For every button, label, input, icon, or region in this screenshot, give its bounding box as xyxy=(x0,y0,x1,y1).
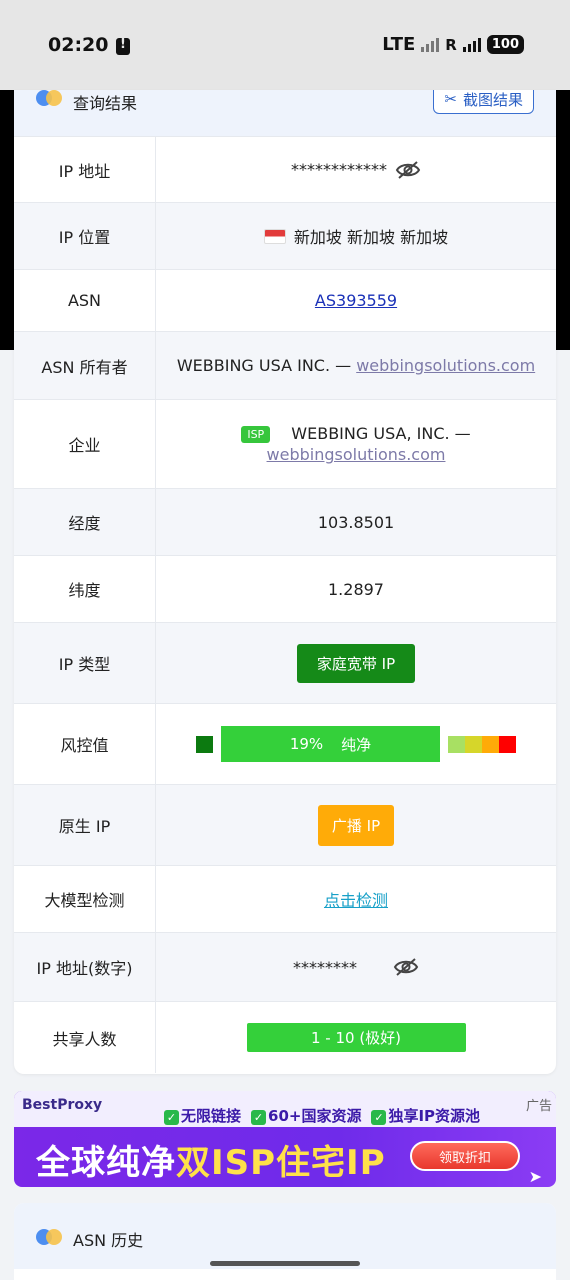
asn-link[interactable]: AS393559 xyxy=(315,291,397,310)
row-label: 纬度 xyxy=(14,556,156,622)
cursor-icon: ➤ xyxy=(528,1167,542,1186)
company-name: WEBBING USA, INC. — xyxy=(291,424,471,443)
card-header: ASN 历史 xyxy=(14,1203,556,1269)
risk-indicator: 19% 纯净 xyxy=(196,726,516,762)
row-value: 广播 IP xyxy=(156,785,556,865)
card-header: 查询结果 ✂ 截图结果 xyxy=(14,90,556,136)
asn-history-card: ASN 历史 xyxy=(14,1203,556,1280)
row-label: IP 地址(数字) xyxy=(14,933,156,1001)
status-time: 02:20 xyxy=(48,34,109,56)
risk-level-marker xyxy=(196,735,213,753)
row-label: ASN xyxy=(14,270,156,331)
row-company: 企业 ISP WEBBING USA, INC. — webbingsoluti… xyxy=(14,399,556,488)
ip-address-masked: ************ xyxy=(291,160,387,179)
section-logo-icon xyxy=(36,90,66,108)
eye-off-icon[interactable] xyxy=(395,160,421,180)
ad-features: ✓ 无限链接 ✓ 60+国家资源 ✓ 独享IP资源池 xyxy=(164,1105,480,1126)
query-result-card: 查询结果 ✂ 截图结果 IP 地址 ************ IP 位置 新加坡… xyxy=(14,90,556,1074)
row-shared-users: 共享人数 1 - 10 (极好) xyxy=(14,1001,556,1073)
row-ip-address: IP 地址 ************ xyxy=(14,136,556,202)
singapore-flag-icon xyxy=(263,228,286,244)
row-value: 点击检测 xyxy=(156,866,556,932)
card-title: 查询结果 xyxy=(73,94,138,113)
row-risk: 风控值 19% 纯净 xyxy=(14,703,556,784)
ad-headline: 全球纯净双ISP住宅IP xyxy=(36,1135,386,1184)
signal-sim1-icon xyxy=(421,37,440,52)
row-value: 19% 纯净 xyxy=(156,704,556,784)
risk-scale-legend xyxy=(448,735,516,753)
risk-score-bar: 19% 纯净 xyxy=(221,726,440,762)
row-label: 经度 xyxy=(14,489,156,555)
screenshot-button-label: 截图结果 xyxy=(462,90,523,109)
row-value: AS393559 xyxy=(156,270,556,331)
row-label: ASN 所有者 xyxy=(14,332,156,399)
row-ip-location: IP 位置 新加坡 新加坡 新加坡 xyxy=(14,202,556,269)
check-icon: ✓ xyxy=(164,1110,179,1125)
row-value: ************ xyxy=(156,137,556,202)
row-label: 风控值 xyxy=(14,704,156,784)
battery-icon: 100 xyxy=(486,35,524,54)
ad-feature: ✓ 独享IP资源池 xyxy=(371,1105,480,1126)
home-indicator[interactable] xyxy=(210,1261,360,1266)
row-latitude: 纬度 1.2897 xyxy=(14,555,556,622)
check-icon: ✓ xyxy=(251,1110,267,1125)
network-type: LTE xyxy=(382,34,416,55)
row-native-ip: 原生 IP 广播 IP xyxy=(14,784,556,865)
side-strip-right xyxy=(556,90,570,350)
ad-banner[interactable]: BestProxy ✓ 无限链接 ✓ 60+国家资源 ✓ 独享IP资源池 广告 全球纯… xyxy=(14,1091,556,1187)
row-value: 家庭宽带 IP xyxy=(156,623,556,703)
llm-detect-link[interactable]: 点击检测 xyxy=(324,887,388,911)
ip-type-badge: 家庭宽带 IP xyxy=(296,643,416,683)
asn-owner-domain-link[interactable]: webbingsolutions.com xyxy=(356,356,535,375)
longitude-value: 103.8501 xyxy=(317,512,395,532)
row-label: 共享人数 xyxy=(14,1002,156,1073)
side-strip-left xyxy=(0,90,14,350)
ad-label: 广告 xyxy=(525,1099,552,1114)
row-ip-type: IP 类型 家庭宽带 IP xyxy=(14,622,556,703)
risk-text: 纯净 xyxy=(341,735,372,754)
ip-location-value: 新加坡 新加坡 新加坡 xyxy=(293,228,449,247)
ad-feature: ✓ 无限链接 xyxy=(164,1105,241,1126)
row-asn-owner: ASN 所有者 WEBBING USA INC. — webbingsoluti… xyxy=(14,331,556,399)
section-logo-icon xyxy=(36,1229,66,1247)
roaming-indicator: R xyxy=(445,35,457,54)
row-longitude: 经度 103.8501 xyxy=(14,488,556,555)
shared-users-bar: 1 - 10 (极好) xyxy=(246,1023,466,1052)
row-value: ISP WEBBING USA, INC. — webbingsolutions… xyxy=(156,400,556,488)
check-icon: ✓ xyxy=(371,1110,387,1125)
row-ip-numeric: IP 地址(数字) ******** xyxy=(14,932,556,1001)
ad-feature: ✓ 60+国家资源 xyxy=(251,1105,361,1126)
row-asn: ASN AS393559 xyxy=(14,269,556,331)
native-ip-badge: 广播 IP xyxy=(317,804,395,846)
row-label: 企业 xyxy=(14,400,156,488)
status-indicators: LTE R 100 xyxy=(382,34,524,55)
row-value: 1 - 10 (极好) xyxy=(156,1002,556,1073)
notification-icon xyxy=(116,37,130,55)
signal-sim2-icon xyxy=(462,37,481,52)
card-title: ASN 历史 xyxy=(73,1231,144,1250)
row-label: 原生 IP xyxy=(14,785,156,865)
ad-headline-part1: 全球纯净 xyxy=(36,1143,176,1183)
row-label: IP 地址 xyxy=(14,137,156,202)
row-label: IP 类型 xyxy=(14,623,156,703)
isp-badge: ISP xyxy=(241,426,271,443)
ip-numeric-masked: ******** xyxy=(293,957,357,977)
risk-percent: 19% xyxy=(289,735,324,753)
status-bar: 02:20 LTE R 100 xyxy=(0,0,570,90)
eye-off-icon[interactable] xyxy=(393,957,419,977)
scissors-icon: ✂ xyxy=(444,90,457,108)
ad-headline-part2: 双ISP住宅IP xyxy=(176,1143,386,1183)
row-value: WEBBING USA INC. — webbingsolutions.com xyxy=(156,332,556,399)
row-llm-detect: 大模型检测 点击检测 xyxy=(14,865,556,932)
row-value: 新加坡 新加坡 新加坡 xyxy=(156,203,556,269)
ad-cta-button[interactable]: 领取折扣 xyxy=(410,1141,520,1171)
latitude-value: 1.2897 xyxy=(328,579,384,599)
ad-brand: BestProxy xyxy=(22,1097,103,1113)
company-domain-link[interactable]: webbingsolutions.com xyxy=(267,445,446,464)
row-label: IP 位置 xyxy=(14,203,156,269)
row-value: ******** xyxy=(156,933,556,1001)
asn-owner-name: WEBBING USA INC. — xyxy=(176,356,352,375)
screenshot-result-button[interactable]: ✂ 截图结果 xyxy=(433,90,534,114)
row-label: 大模型检测 xyxy=(14,866,156,932)
